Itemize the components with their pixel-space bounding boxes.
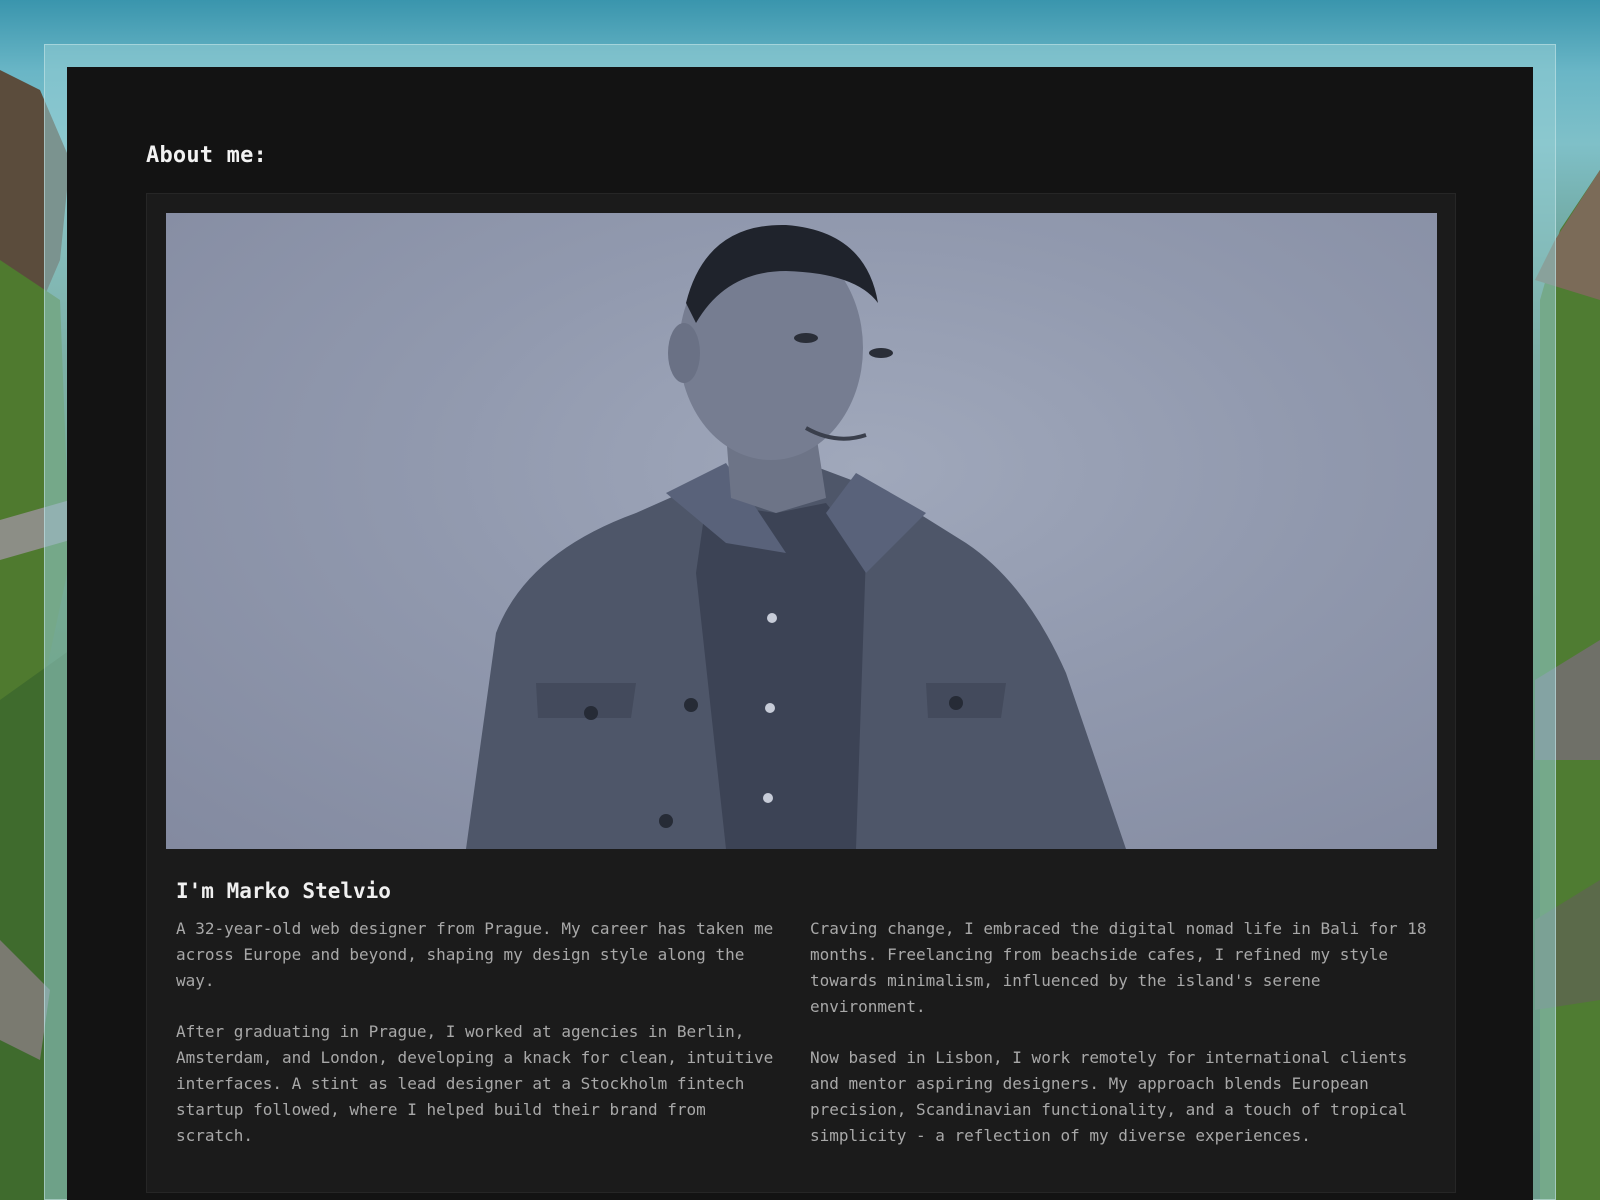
bio-column-right: Craving change, I embraced the digital n… xyxy=(810,916,1440,1174)
bio-paragraph: A 32-year-old web designer from Prague. … xyxy=(176,919,774,990)
bio-paragraph: Now based in Lisbon, I work remotely for… xyxy=(810,1048,1408,1145)
bio-name: I'm Marko Stelvio xyxy=(176,879,391,903)
bio-paragraph: Craving change, I embraced the digital n… xyxy=(810,919,1427,1016)
profile-photo xyxy=(166,213,1437,849)
about-card: I'm Marko Stelvio A 32-year-old web desi… xyxy=(146,193,1456,1193)
bio-column-left: A 32-year-old web designer from Prague. … xyxy=(176,916,791,1174)
about-panel: About me: I'm Marko Stelvio A 32-year-ol… xyxy=(67,67,1533,1200)
section-title: About me: xyxy=(146,143,268,168)
bio-paragraph: After graduating in Prague, I worked at … xyxy=(176,1022,774,1145)
